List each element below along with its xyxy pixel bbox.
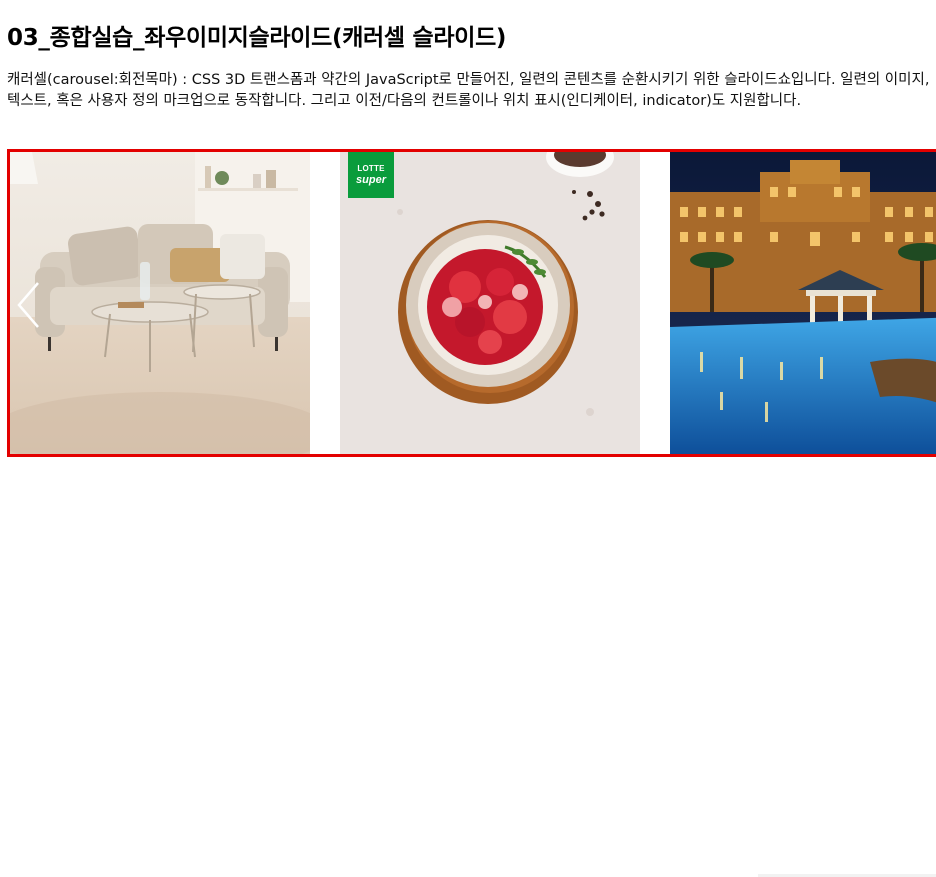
lotte-super-logo: LOTTE super xyxy=(348,152,394,198)
carousel-slide-beef: LOTTE super xyxy=(340,152,640,454)
image-carousel: LOTTE super xyxy=(7,149,936,457)
carousel-slide-sofa xyxy=(10,152,310,454)
brand-line2: super xyxy=(356,173,386,186)
prev-slide-button[interactable] xyxy=(14,279,42,331)
brand-line1: LOTTE xyxy=(357,163,385,173)
page-title: 03_종합실습_좌우이미지슬라이드(캐러셀 슬라이드) xyxy=(7,25,507,51)
resort-pool-night-image xyxy=(670,152,936,454)
carousel-slide-resort xyxy=(670,152,936,454)
chevron-left-icon xyxy=(17,282,39,328)
sofa-living-room-image xyxy=(10,152,310,454)
page-description: 캐러셀(carousel:회전목마) : CSS 3D 트랜스폼과 약간의 Ja… xyxy=(7,72,930,109)
